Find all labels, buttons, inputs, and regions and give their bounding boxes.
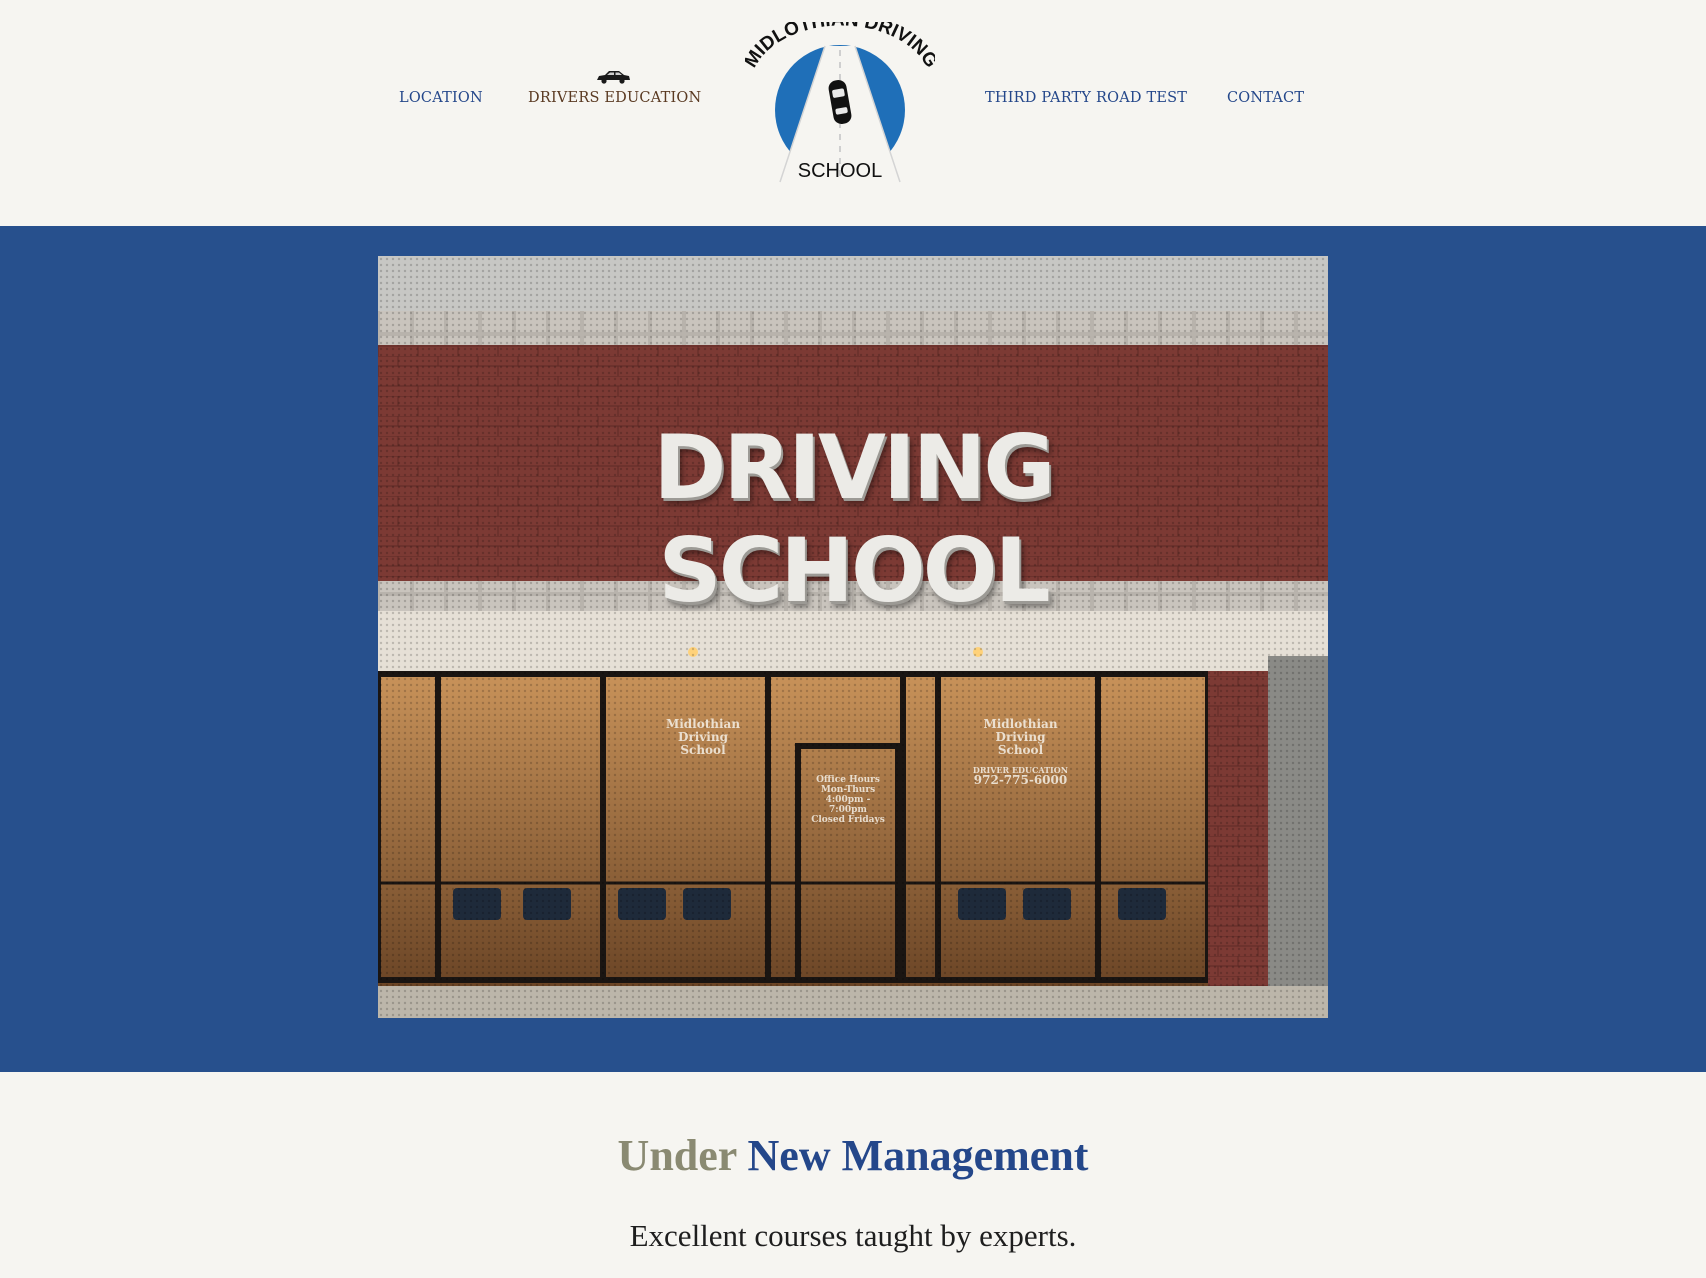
headline-part-2: New Management bbox=[747, 1131, 1089, 1180]
storefront-photo: DRIVING SCHOOL Midlothian Driving School… bbox=[378, 256, 1328, 1018]
nav-location[interactable]: LOCATION bbox=[399, 90, 483, 106]
logo-graphic: MIDLOTHIAN DRIVING SCHOOL bbox=[740, 9, 942, 183]
hero-band: DRIVING SCHOOL Midlothian Driving School… bbox=[0, 226, 1706, 1072]
nav-drivers-education[interactable]: DRIVERS EDUCATION bbox=[528, 90, 701, 106]
window-decal-left: Midlothian Driving School bbox=[638, 717, 768, 758]
nav-third-party-road-test[interactable]: THIRD PARTY ROAD TEST bbox=[985, 90, 1187, 106]
car-icon bbox=[597, 71, 630, 84]
door-hours-sign: Office Hours Mon-Thurs 4:00pm - 7:00pm C… bbox=[808, 775, 888, 825]
site-header: LOCATION DRIVERS EDUCATION MIDLOTHIAN DR… bbox=[0, 0, 1706, 226]
storefront-sign: DRIVING SCHOOL bbox=[653, 416, 1055, 622]
nav-contact[interactable]: CONTACT bbox=[1227, 90, 1304, 106]
window-decal-right: Midlothian Driving School DRIVER EDUCATI… bbox=[953, 717, 1088, 788]
site-logo[interactable]: MIDLOTHIAN DRIVING SCHOOL bbox=[740, 9, 942, 192]
door-text-line-3: 4:00pm - 7:00pm bbox=[825, 794, 871, 815]
window-left-line-3: School bbox=[680, 743, 726, 758]
window-right-phone: 972-775-6000 bbox=[973, 773, 1068, 788]
window-right-line-3: School bbox=[997, 743, 1044, 758]
door-text-line-4: Closed Fridays bbox=[811, 814, 885, 825]
logo-bottom-text: SCHOOL bbox=[798, 160, 882, 182]
subheadline: Excellent courses taught by experts. bbox=[629, 1218, 1077, 1253]
headline-part-1: Under bbox=[617, 1131, 737, 1180]
headline: Under New Management bbox=[0, 1130, 1706, 1181]
storefront-illustration bbox=[378, 256, 1328, 1018]
